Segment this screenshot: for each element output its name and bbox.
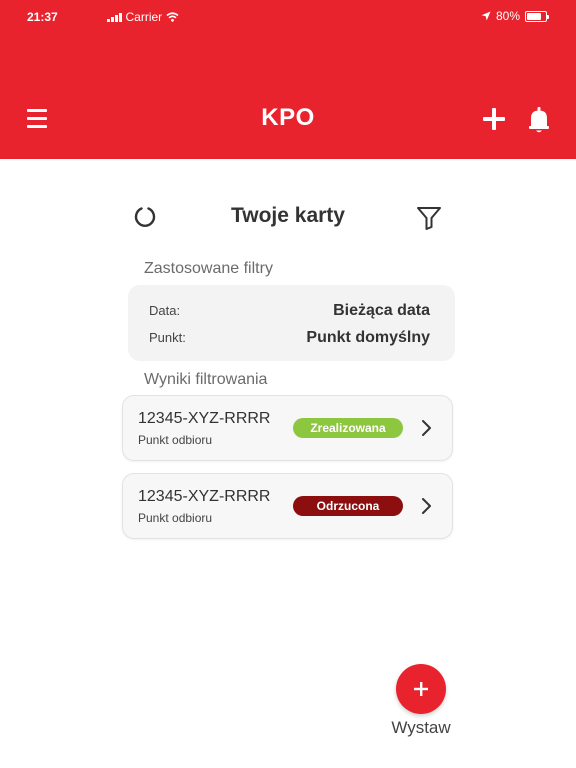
filter-value: Punkt domyślny <box>306 329 430 346</box>
carrier-label: Carrier <box>125 10 163 24</box>
filter-key: Punkt: <box>149 330 186 345</box>
filter-results-label: Wyniki filtrowania <box>144 371 268 388</box>
issue-fab-button[interactable] <box>396 664 446 714</box>
wifi-icon <box>166 12 179 22</box>
plus-icon[interactable] <box>481 106 507 132</box>
card-subtitle: Punkt odbioru <box>138 511 213 525</box>
status-badge: Odrzucona <box>293 496 403 516</box>
applied-filters-box: Data: Bieżąca data Punkt: Punkt domyślny <box>128 285 455 361</box>
applied-filters-label: Zastosowane filtry <box>144 260 273 277</box>
chevron-right-icon <box>422 420 431 436</box>
card-subtitle: Punkt odbioru <box>138 433 213 447</box>
content-header: Twoje karty <box>120 196 456 240</box>
battery-fill <box>527 12 542 20</box>
status-carrier: Carrier <box>107 10 179 24</box>
plus-icon <box>414 682 428 696</box>
filter-funnel-icon[interactable] <box>416 205 442 231</box>
location-arrow-icon <box>481 11 491 21</box>
battery-percent: 80% <box>495 9 520 23</box>
page-title: Twoje karty <box>231 204 345 227</box>
battery-icon <box>525 10 549 22</box>
card-list-item[interactable]: 12345-XYZ-RRRR Punkt odbioru Odrzucona <box>122 473 453 539</box>
status-badge: Zrealizowana <box>293 418 403 438</box>
fab-label: Wystaw <box>391 718 451 737</box>
app-header: 21:37 Carrier 80% KPO <box>0 0 576 159</box>
card-code: 12345-XYZ-RRRR <box>138 410 271 427</box>
filter-row-point: Punkt: Punkt domyślny <box>149 329 430 347</box>
filter-row-date: Data: Bieżąca data <box>149 302 430 320</box>
filter-value: Bieżąca data <box>333 302 430 319</box>
bell-icon[interactable] <box>527 106 551 134</box>
filter-key: Data: <box>149 303 181 318</box>
chevron-right-icon <box>422 498 431 514</box>
status-right: 80% <box>481 9 549 23</box>
card-list-item[interactable]: 12345-XYZ-RRRR Punkt odbioru Zrealizowan… <box>122 395 453 461</box>
card-code: 12345-XYZ-RRRR <box>138 488 271 505</box>
screen: 21:37 Carrier 80% KPO Twoje karty Zastos… <box>0 0 576 768</box>
status-time: 21:37 <box>27 10 58 24</box>
signal-icon <box>107 12 122 22</box>
status-bar: 21:37 Carrier 80% <box>0 0 576 34</box>
